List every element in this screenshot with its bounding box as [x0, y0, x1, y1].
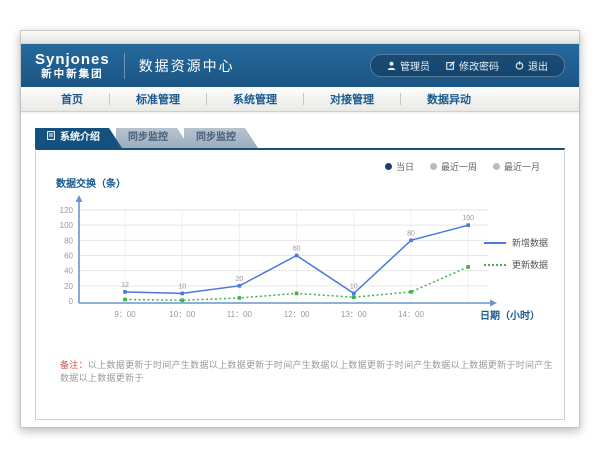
svg-text:80: 80 — [407, 230, 415, 237]
user-icon — [387, 61, 396, 70]
radio-icon — [493, 163, 500, 170]
solid-line-icon — [484, 242, 506, 244]
admin-user-label: 管理员 — [400, 58, 430, 73]
period-option-last-month[interactable]: 最近一月 — [493, 160, 540, 173]
logo-wordmark: Synjones — [35, 51, 110, 68]
svg-text:100: 100 — [462, 215, 474, 222]
chart-panel: 当日 最近一周 最近一月 数据交换（条） 0 20 40 60 80 100 120 9：00… — [35, 148, 565, 420]
nav-item-standard-mgmt[interactable]: 标准管理 — [110, 91, 206, 107]
power-icon — [515, 61, 524, 70]
svg-text:11：00: 11：00 — [227, 310, 253, 319]
svg-text:20: 20 — [64, 282, 73, 291]
svg-text:100: 100 — [60, 221, 74, 230]
nav-item-home[interactable]: 首页 — [35, 91, 109, 107]
edit-icon — [446, 61, 455, 70]
nav-item-data-change[interactable]: 数据异动 — [401, 91, 497, 107]
footnote-label: 备注： — [60, 360, 88, 370]
legend-entry-update-data: 更新数据 — [484, 258, 548, 271]
user-menu: 管理员 修改密码 退出 — [370, 54, 565, 77]
logo-chinese-name: 新中新集团 — [35, 68, 110, 80]
nav-item-interface-mgmt[interactable]: 对接管理 — [304, 91, 400, 107]
period-label: 最近一周 — [441, 160, 477, 173]
svg-text:60: 60 — [293, 246, 301, 253]
app-header: Synjones 新中新集团 数据资源中心 管理员 修改密码 — [21, 44, 579, 87]
legend-label: 新增数据 — [512, 236, 548, 249]
svg-text:80: 80 — [64, 236, 73, 245]
svg-text:10: 10 — [350, 283, 358, 290]
period-label: 最近一月 — [504, 160, 540, 173]
company-logo[interactable]: Synjones 新中新集团 — [35, 51, 110, 80]
svg-text:14：00: 14：00 — [398, 310, 424, 319]
svg-text:12：00: 12：00 — [284, 310, 310, 319]
admin-user-button[interactable]: 管理员 — [379, 58, 438, 73]
legend-entry-new-data: 新增数据 — [484, 236, 548, 249]
svg-text:20: 20 — [236, 276, 244, 283]
svg-text:120: 120 — [60, 206, 74, 215]
svg-text:0: 0 — [69, 297, 74, 306]
page-title: 数据资源中心 — [139, 56, 235, 76]
legend-label: 更新数据 — [512, 258, 548, 271]
tab-label: 同步监控 — [128, 132, 168, 143]
svg-text:10：00: 10：00 — [169, 310, 195, 319]
chart-legend: 新增数据 更新数据 — [484, 236, 548, 280]
tab-label: 同步监控 — [196, 132, 236, 143]
y-axis-title: 数据交换（条） — [56, 175, 126, 190]
period-option-today[interactable]: 当日 — [385, 160, 414, 173]
tab-label: 系统介绍 — [60, 128, 100, 148]
footnote: 备注：以上数据更新于时间产生数据以上数据更新于时间产生数据以上数据更新于时间产生… — [60, 358, 556, 384]
footnote-text: 以上数据更新于时间产生数据以上数据更新于时间产生数据以上数据更新于时间产生数据以… — [60, 360, 553, 383]
x-axis-title: 日期（小时） — [480, 307, 540, 322]
nav-item-system-mgmt[interactable]: 系统管理 — [207, 91, 303, 107]
tab-sync-monitor-2[interactable]: 同步监控 — [184, 128, 258, 148]
logout-button[interactable]: 退出 — [507, 58, 556, 73]
header-divider — [124, 53, 125, 79]
tab-system-intro[interactable]: 系统介绍 — [35, 128, 122, 148]
svg-text:60: 60 — [64, 252, 73, 261]
svg-text:9：00: 9：00 — [114, 310, 136, 319]
change-password-label: 修改密码 — [459, 58, 499, 73]
logout-label: 退出 — [528, 58, 548, 73]
period-label: 当日 — [396, 160, 414, 173]
window-top-strip — [21, 31, 579, 44]
svg-text:10: 10 — [178, 283, 186, 290]
radio-icon — [430, 163, 437, 170]
main-nav: 首页 标准管理 系统管理 对接管理 数据异动 — [21, 87, 579, 112]
dotted-line-icon — [484, 264, 506, 266]
tab-bar: 系统介绍 同步监控 同步监控 — [35, 128, 565, 148]
app-window: Synjones 新中新集团 数据资源中心 管理员 修改密码 — [20, 30, 580, 428]
period-filter: 当日 最近一周 最近一月 — [385, 160, 540, 173]
svg-text:13：00: 13：00 — [341, 310, 367, 319]
radio-icon — [385, 163, 392, 170]
change-password-button[interactable]: 修改密码 — [438, 58, 507, 73]
document-icon — [47, 128, 55, 148]
svg-text:40: 40 — [64, 267, 73, 276]
period-option-last-week[interactable]: 最近一周 — [430, 160, 477, 173]
tab-sync-monitor-1[interactable]: 同步监控 — [116, 128, 190, 148]
svg-text:12: 12 — [121, 282, 129, 289]
